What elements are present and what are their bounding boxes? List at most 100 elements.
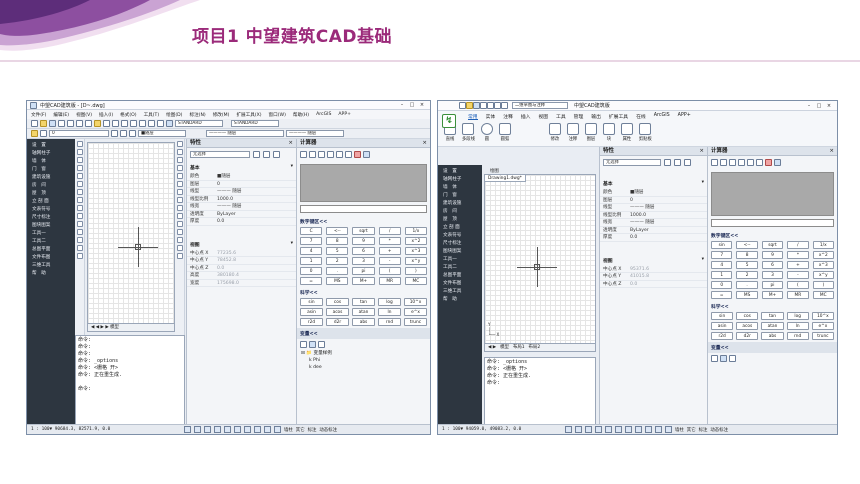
calc-key[interactable]: /	[378, 227, 401, 235]
calc-key[interactable]: MC	[404, 277, 427, 285]
calc-sci-key[interactable]: atan	[352, 308, 375, 316]
calc-key[interactable]: 6	[352, 247, 375, 255]
properties-icon[interactable]	[148, 120, 155, 127]
delete-var-icon[interactable]	[729, 355, 736, 362]
drawing-area[interactable]: ◀ ◀ ▶ ▶ 模型	[87, 142, 175, 332]
nav-item[interactable]: 轴网柱子	[27, 150, 75, 158]
calc-key[interactable]: x^3	[812, 261, 834, 269]
layer-match-icon[interactable]	[120, 130, 127, 137]
calc-key[interactable]: sqrt	[761, 241, 784, 249]
status-dynamic-dim[interactable]: 动态标注	[319, 427, 337, 433]
menu-help[interactable]: 帮助(H)	[293, 112, 309, 118]
polyline-button[interactable]: 多段线	[462, 123, 475, 142]
lineweight-icon[interactable]	[244, 426, 251, 433]
select-objects-icon[interactable]	[263, 151, 270, 158]
nav-item[interactable]: 工具二	[438, 264, 482, 272]
calc-key[interactable]: 9	[761, 251, 784, 259]
hatch-tool-icon[interactable]	[76, 229, 83, 235]
calc-key[interactable]: sqrt	[352, 227, 375, 235]
maximize-button[interactable]: □	[407, 102, 417, 108]
nav-item[interactable]: 文表符号	[438, 232, 482, 240]
nav-item[interactable]: 房 间	[438, 208, 482, 216]
menu-tools[interactable]: 工具(T)	[144, 112, 160, 118]
print-icon[interactable]	[487, 102, 494, 109]
calc-key[interactable]: 8	[326, 237, 349, 245]
calc-sci-key[interactable]: trunc	[811, 332, 834, 340]
nav-item[interactable]: 立 剖 面	[27, 198, 75, 206]
calc-key[interactable]: x^y	[812, 271, 834, 279]
clipboard-button[interactable]: 剪贴板	[639, 123, 652, 142]
dyn-icon[interactable]	[645, 426, 652, 433]
calc-key[interactable]: -	[378, 257, 401, 265]
calc-key[interactable]: 1/x	[812, 241, 834, 249]
break-tool-icon[interactable]	[176, 229, 183, 235]
block-button[interactable]: 块	[602, 123, 615, 142]
design-center-icon[interactable]	[157, 120, 164, 127]
status-other[interactable]: 其它	[687, 427, 696, 433]
calc-key[interactable]: 5	[326, 247, 349, 255]
text-tool-icon[interactable]	[76, 253, 83, 259]
dyn-icon[interactable]	[264, 426, 271, 433]
calc-sci-key[interactable]: asin	[300, 308, 323, 316]
calc-sci-key[interactable]: r2d	[711, 332, 734, 340]
nav-item[interactable]: 房 间	[27, 182, 75, 190]
calc-key[interactable]: 6	[761, 261, 784, 269]
calc-key[interactable]: 9	[352, 237, 375, 245]
delete-var-icon[interactable]	[318, 341, 325, 348]
layer-state-icon[interactable]	[40, 130, 47, 137]
calc-key[interactable]: 3	[352, 257, 375, 265]
calc-sci-key[interactable]: acos	[326, 308, 349, 316]
zoom-window-icon[interactable]	[139, 120, 146, 127]
calc-key[interactable]: 1	[711, 271, 733, 279]
tab-app[interactable]: APP+	[678, 113, 691, 120]
spline-tool-icon[interactable]	[76, 197, 83, 203]
grid-icon[interactable]	[575, 426, 582, 433]
paste-value-icon[interactable]	[756, 159, 763, 166]
calc-key[interactable]: (	[378, 267, 401, 275]
snap-icon[interactable]	[184, 426, 191, 433]
calc-key[interactable]: 1	[300, 257, 323, 265]
nav-item[interactable]: 墙 体	[27, 158, 75, 166]
new-var-icon[interactable]	[711, 355, 718, 362]
point-tool-icon[interactable]	[76, 221, 83, 227]
undo-icon[interactable]	[494, 102, 501, 109]
status-dimension[interactable]: 标注	[308, 427, 317, 433]
calc-key[interactable]: pi	[352, 267, 375, 275]
calc-sci-key[interactable]: e^x	[404, 308, 427, 316]
arc-button[interactable]: 圆弧	[498, 123, 511, 142]
numpad-title[interactable]: 数字键区<<	[297, 216, 430, 227]
calc-key[interactable]: 8	[736, 251, 758, 259]
redo-icon[interactable]	[112, 120, 119, 127]
variables-title[interactable]: 变量<<	[708, 342, 837, 353]
fillet-tool-icon[interactable]	[176, 245, 183, 251]
history-icon[interactable]	[309, 151, 316, 158]
paste-value-icon[interactable]	[345, 151, 352, 158]
calc-input[interactable]	[300, 205, 427, 213]
lineweight-dropdown[interactable]: ———— 随层	[286, 130, 344, 137]
line-tool-icon[interactable]	[76, 141, 83, 147]
calc-sci-key[interactable]: ln	[378, 308, 401, 316]
nav-item[interactable]: 建筑设施	[27, 174, 75, 182]
layer-iso-icon[interactable]	[129, 130, 136, 137]
tree-node[interactable]: ⊟ 📁 变量样例	[301, 350, 430, 357]
scientific-title[interactable]: 科学<<	[297, 287, 430, 298]
calc-key[interactable]: C	[300, 227, 323, 235]
new-var-icon[interactable]	[300, 341, 307, 348]
model-icon[interactable]	[635, 426, 642, 433]
command-window[interactable]: 命令: _options 命令: <栅格 开> 命令: 正在重生成. 命令:	[484, 357, 596, 425]
chamfer-tool-icon[interactable]	[176, 237, 183, 243]
tree-node[interactable]: k Phi	[301, 357, 430, 364]
help-icon[interactable]	[166, 120, 173, 127]
nav-item[interactable]: 图块图案	[27, 222, 75, 230]
pan-icon[interactable]	[121, 120, 128, 127]
nav-item[interactable]: 设 置	[27, 142, 75, 150]
calc-sci-key[interactable]: cos	[736, 312, 759, 320]
prop-row[interactable]: 线宽 ——— 随层	[187, 203, 296, 211]
tab-online[interactable]: 在线	[636, 113, 646, 120]
calc-key[interactable]: )	[404, 267, 427, 275]
calc-key[interactable]: MR	[378, 277, 401, 285]
stretch-tool-icon[interactable]	[176, 205, 183, 211]
prop-row[interactable]: 线型比例 1000.0	[187, 196, 296, 203]
scientific-title[interactable]: 科学<<	[708, 301, 837, 312]
otrack-icon[interactable]	[234, 426, 241, 433]
